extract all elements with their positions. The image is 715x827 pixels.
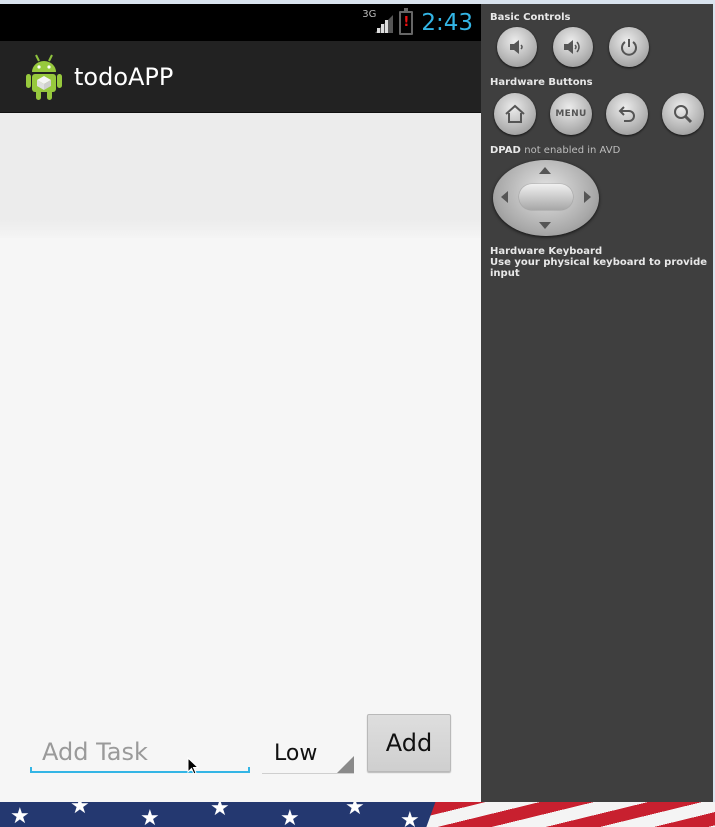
device-screen: 3G ! 2:43 todoAPP Add Task Low Add: [0, 4, 481, 802]
dpad-control[interactable]: [493, 160, 599, 236]
dpad-center-button[interactable]: [519, 184, 573, 210]
menu-button[interactable]: MENU: [550, 93, 592, 135]
dpad-left-arrow-icon: [501, 191, 508, 203]
hardware-keyboard-label: Hardware Keyboard: [490, 246, 603, 257]
flag-star-icon: ★: [140, 806, 160, 827]
back-button[interactable]: [606, 93, 648, 135]
app-title: todoAPP: [74, 62, 174, 91]
back-icon: [618, 106, 635, 122]
dpad-label: DPAD not enabled in AVD: [490, 145, 620, 156]
android-robot-icon: [26, 54, 62, 100]
hardware-keyboard-hint: Use your physical keyboard to provide in…: [490, 257, 708, 279]
flag-star-icon: ★: [70, 802, 90, 819]
network-type-label: 3G: [362, 9, 377, 20]
dpad-note: not enabled in AVD: [524, 145, 621, 156]
task-list[interactable]: [0, 254, 481, 704]
task-input-underline: [30, 767, 250, 773]
battery-alert-icon: !: [399, 7, 414, 35]
flag-star-icon: ★: [400, 808, 420, 827]
add-button[interactable]: Add: [367, 714, 451, 772]
emulator-control-panel: Basic Controls Hardware Buttons MENU DPA…: [481, 4, 713, 802]
status-bar: 3G ! 2:43: [0, 4, 481, 41]
flag-star-icon: ★: [345, 802, 365, 820]
dpad-down-arrow-icon: [539, 222, 551, 229]
volume-down-button[interactable]: [497, 27, 537, 67]
flag-star-icon: ★: [210, 802, 230, 821]
hardware-buttons-label: Hardware Buttons: [490, 77, 593, 88]
basic-controls-label: Basic Controls: [490, 12, 571, 23]
dpad-title: DPAD: [490, 145, 521, 156]
task-input[interactable]: [30, 733, 254, 771]
action-bar: todoAPP: [0, 41, 481, 113]
volume-down-icon: [510, 40, 523, 54]
home-icon: [505, 104, 525, 123]
add-task-row: Low Add: [0, 709, 481, 789]
search-button[interactable]: [662, 93, 704, 135]
priority-selected-value: Low: [274, 741, 318, 766]
battery-alert-mark: !: [403, 15, 410, 30]
desktop-wallpaper: ★ ★ ★ ★ ★ ★ ★: [0, 802, 715, 827]
status-icons: 3G ! 2:43: [362, 4, 473, 41]
signal-strength-icon: [375, 14, 394, 33]
task-list-header: [0, 113, 481, 238]
status-clock: 2:43: [421, 9, 473, 36]
power-button[interactable]: [609, 27, 649, 67]
priority-spinner[interactable]: Low: [262, 733, 354, 774]
search-icon: [674, 105, 693, 124]
menu-button-label: MENU: [555, 109, 587, 119]
dpad-right-arrow-icon: [584, 191, 591, 203]
home-button[interactable]: [494, 93, 536, 135]
volume-up-button[interactable]: [553, 27, 593, 67]
spinner-arrow-icon: [337, 756, 354, 773]
power-icon: [621, 39, 637, 56]
mouse-cursor-icon: [187, 757, 199, 775]
dpad-up-arrow-icon: [539, 167, 551, 174]
volume-up-icon: [564, 40, 580, 54]
flag-star-icon: ★: [10, 804, 30, 827]
flag-stripes: [413, 802, 715, 827]
flag-star-icon: ★: [280, 806, 300, 827]
